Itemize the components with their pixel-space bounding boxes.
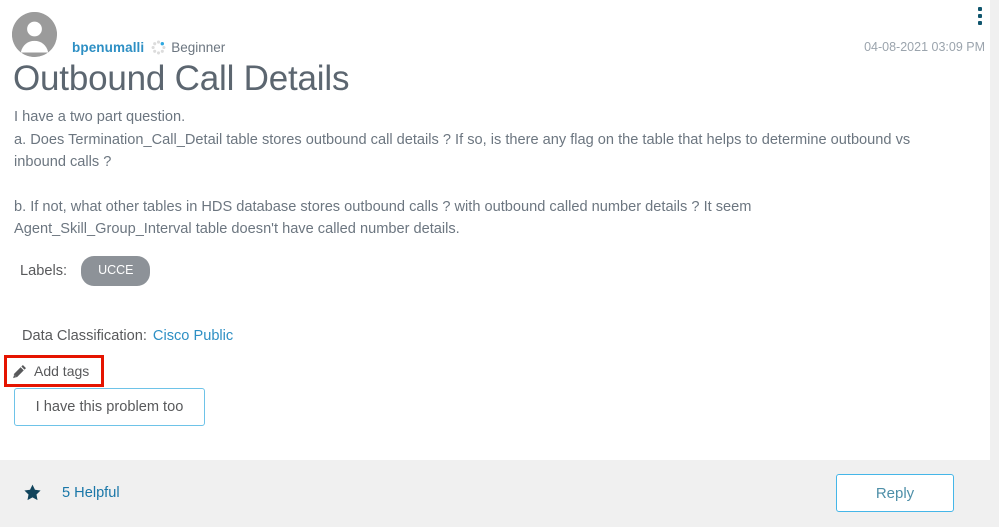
- data-classification-row: Data Classification: Cisco Public: [22, 328, 233, 344]
- add-tags-label: Add tags: [34, 363, 90, 379]
- i-have-this-problem-too-button[interactable]: I have this problem too: [14, 388, 205, 426]
- label-chip-ucce[interactable]: UCCE: [81, 256, 151, 286]
- add-tags-button[interactable]: Add tags: [12, 363, 89, 379]
- post-header: bpenumalli Beginner 04-08-2021 03:09 PM: [12, 12, 985, 58]
- rank-ring-icon: [151, 40, 166, 55]
- discussion-post-page: bpenumalli Beginner 04-08-2021 03:09 PM …: [0, 0, 999, 527]
- post-footer: 5 Helpful Reply: [0, 460, 990, 527]
- data-classification-caption: Data Classification:: [22, 328, 147, 344]
- data-classification-value[interactable]: Cisco Public: [153, 328, 233, 344]
- page-right-gutter-inner: [985, 0, 990, 460]
- author-username[interactable]: bpenumalli: [72, 40, 144, 55]
- author-rank: Beginner: [171, 40, 226, 55]
- helpful-count[interactable]: 5 Helpful: [24, 484, 120, 501]
- page-right-gutter: [990, 0, 999, 527]
- star-icon: [24, 484, 41, 501]
- labels-caption: Labels:: [20, 262, 68, 279]
- post-body: I have a two part question. a. Does Term…: [14, 106, 919, 241]
- byline: bpenumalli Beginner: [72, 39, 225, 56]
- post-paragraph: I have a two part question.: [14, 109, 186, 125]
- pencil-icon: [12, 364, 27, 379]
- post-timestamp: 04-08-2021 03:09 PM: [864, 40, 985, 54]
- helpful-label: 5 Helpful: [62, 484, 120, 501]
- page-title: Outbound Call Details: [13, 59, 350, 98]
- labels-row: Labels: UCCE: [20, 256, 151, 286]
- more-options-dot: [978, 7, 982, 11]
- reply-button[interactable]: Reply: [836, 474, 954, 512]
- post-paragraph: a. Does Termination_Call_Detail table st…: [14, 131, 911, 171]
- avatar[interactable]: [12, 12, 57, 57]
- post-paragraph: b. If not, what other tables in HDS data…: [14, 198, 752, 238]
